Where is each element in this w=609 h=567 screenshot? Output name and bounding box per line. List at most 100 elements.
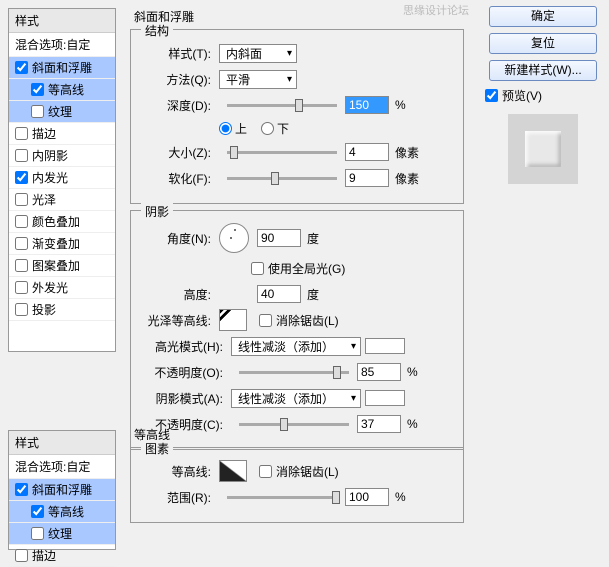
antialias-checkbox[interactable]: 消除锯齿(L)	[259, 312, 339, 329]
style-item-label: 外发光	[32, 279, 68, 296]
method-label: 方法(Q):	[141, 71, 211, 88]
highlight-mode-label: 高光模式(H):	[141, 338, 223, 355]
style-checkbox[interactable]	[31, 83, 44, 96]
contour-panel: 等高线 图素 等高线: 消除锯齿(L) 范围(R): %	[126, 424, 468, 529]
style-item-描边[interactable]: 描边	[9, 545, 115, 567]
style-checkbox[interactable]	[15, 193, 28, 206]
structure-fieldset: 结构 样式(T): 内斜面 方法(Q): 平滑 深度(D): % 上 下 大小(…	[130, 29, 464, 204]
angle-wheel[interactable]	[219, 223, 249, 253]
soften-label: 软化(F):	[141, 170, 211, 187]
shadow-mode-select[interactable]: 线性减淡（添加）	[231, 389, 361, 408]
style-item-斜面和浮雕[interactable]: 斜面和浮雕	[9, 479, 115, 501]
style-item-纹理[interactable]: 纹理	[9, 523, 115, 545]
style-item-描边[interactable]: 描边	[9, 123, 115, 145]
style-checkbox[interactable]	[15, 483, 28, 496]
soften-unit: 像素	[395, 170, 419, 187]
highlight-opacity-input[interactable]	[357, 363, 401, 381]
global-light-checkbox[interactable]: 使用全局光(G)	[251, 260, 345, 277]
style-item-颜色叠加[interactable]: 颜色叠加	[9, 211, 115, 233]
style-item-label: 图案叠加	[32, 257, 80, 274]
ok-button[interactable]: 确定	[489, 6, 597, 27]
range-slider[interactable]	[227, 496, 337, 499]
styles-list-panel: 样式 混合选项:自定 斜面和浮雕等高线纹理描边内阴影内发光光泽颜色叠加渐变叠加图…	[8, 8, 116, 352]
soften-input[interactable]	[345, 169, 389, 187]
styles-list-panel-2: 样式 混合选项:自定 斜面和浮雕等高线纹理描边	[8, 430, 116, 550]
styles-header-2: 样式	[9, 431, 115, 455]
size-label: 大小(Z):	[141, 144, 211, 161]
style-checkbox[interactable]	[15, 215, 28, 228]
size-input[interactable]	[345, 143, 389, 161]
angle-input[interactable]	[257, 229, 301, 247]
shadow-fieldset: 阴影 角度(N): 度 使用全局光(G) 高度: 度 光泽等高线: 消除锯齿(L…	[130, 210, 464, 450]
style-checkbox[interactable]	[15, 303, 28, 316]
style-item-投影[interactable]: 投影	[9, 299, 115, 321]
range-input[interactable]	[345, 488, 389, 506]
style-item-label: 纹理	[48, 525, 72, 542]
blend-options-2[interactable]: 混合选项:自定	[9, 455, 115, 479]
angle-label: 角度(N):	[141, 230, 211, 247]
contour-title: 等高线	[126, 424, 468, 445]
style-checkbox[interactable]	[15, 237, 28, 250]
depth-input[interactable]	[345, 96, 389, 114]
style-item-label: 投影	[32, 301, 56, 318]
style-checkbox[interactable]	[15, 61, 28, 74]
shadow-color-swatch[interactable]	[365, 390, 405, 406]
style-checkbox[interactable]	[31, 505, 44, 518]
preview-checkbox[interactable]: 预览(V)	[485, 87, 601, 104]
depth-unit: %	[395, 98, 406, 112]
method-select[interactable]: 平滑	[219, 70, 297, 89]
style-checkbox[interactable]	[15, 171, 28, 184]
style-checkbox[interactable]	[31, 105, 44, 118]
style-item-label: 纹理	[48, 103, 72, 120]
style-checkbox[interactable]	[15, 259, 28, 272]
highlight-opacity-slider[interactable]	[239, 371, 349, 374]
highlight-color-swatch[interactable]	[365, 338, 405, 354]
style-checkbox[interactable]	[15, 549, 28, 562]
style-item-等高线[interactable]: 等高线	[9, 79, 115, 101]
style-item-内发光[interactable]: 内发光	[9, 167, 115, 189]
size-slider[interactable]	[227, 151, 337, 154]
style-item-内阴影[interactable]: 内阴影	[9, 145, 115, 167]
style-checkbox[interactable]	[15, 149, 28, 162]
blend-options[interactable]: 混合选项:自定	[9, 33, 115, 57]
direction-down-radio[interactable]: 下	[261, 120, 289, 137]
style-item-label: 斜面和浮雕	[32, 59, 92, 76]
bevel-title: 斜面和浮雕	[126, 6, 468, 27]
style-item-渐变叠加[interactable]: 渐变叠加	[9, 233, 115, 255]
gloss-contour-picker[interactable]	[219, 309, 247, 331]
depth-slider[interactable]	[227, 104, 337, 107]
style-item-图案叠加[interactable]: 图案叠加	[9, 255, 115, 277]
shadow-mode-label: 阴影模式(A):	[141, 390, 223, 407]
direction-up-radio[interactable]: 上	[219, 120, 247, 137]
style-item-光泽[interactable]: 光泽	[9, 189, 115, 211]
new-style-button[interactable]: 新建样式(W)...	[489, 60, 597, 81]
style-item-label: 等高线	[48, 503, 84, 520]
style-item-label: 颜色叠加	[32, 213, 80, 230]
style-item-label: 光泽	[32, 191, 56, 208]
style-item-外发光[interactable]: 外发光	[9, 277, 115, 299]
styles-header: 样式	[9, 9, 115, 33]
angle-unit: 度	[307, 230, 319, 247]
style-item-纹理[interactable]: 纹理	[9, 101, 115, 123]
style-item-等高线[interactable]: 等高线	[9, 501, 115, 523]
soften-slider[interactable]	[227, 177, 337, 180]
style-checkbox[interactable]	[15, 127, 28, 140]
style-item-斜面和浮雕[interactable]: 斜面和浮雕	[9, 57, 115, 79]
style-label: 样式(T):	[141, 45, 211, 62]
contour-antialias-checkbox[interactable]: 消除锯齿(L)	[259, 463, 339, 480]
gloss-contour-label: 光泽等高线:	[141, 312, 211, 329]
style-checkbox[interactable]	[31, 527, 44, 540]
altitude-input[interactable]	[257, 285, 301, 303]
altitude-unit: 度	[307, 286, 319, 303]
style-select[interactable]: 内斜面	[219, 44, 297, 63]
depth-label: 深度(D):	[141, 97, 211, 114]
highlight-mode-select[interactable]: 线性减淡（添加）	[231, 337, 361, 356]
reset-button[interactable]: 复位	[489, 33, 597, 54]
right-panel: 确定 复位 新建样式(W)... 预览(V)	[485, 6, 601, 194]
style-checkbox[interactable]	[15, 281, 28, 294]
contour-picker-label: 等高线:	[141, 463, 211, 480]
structure-label: 结构	[141, 22, 173, 39]
style-item-label: 描边	[32, 125, 56, 142]
contour-picker[interactable]	[219, 460, 247, 482]
elements-label: 图素	[141, 440, 173, 457]
